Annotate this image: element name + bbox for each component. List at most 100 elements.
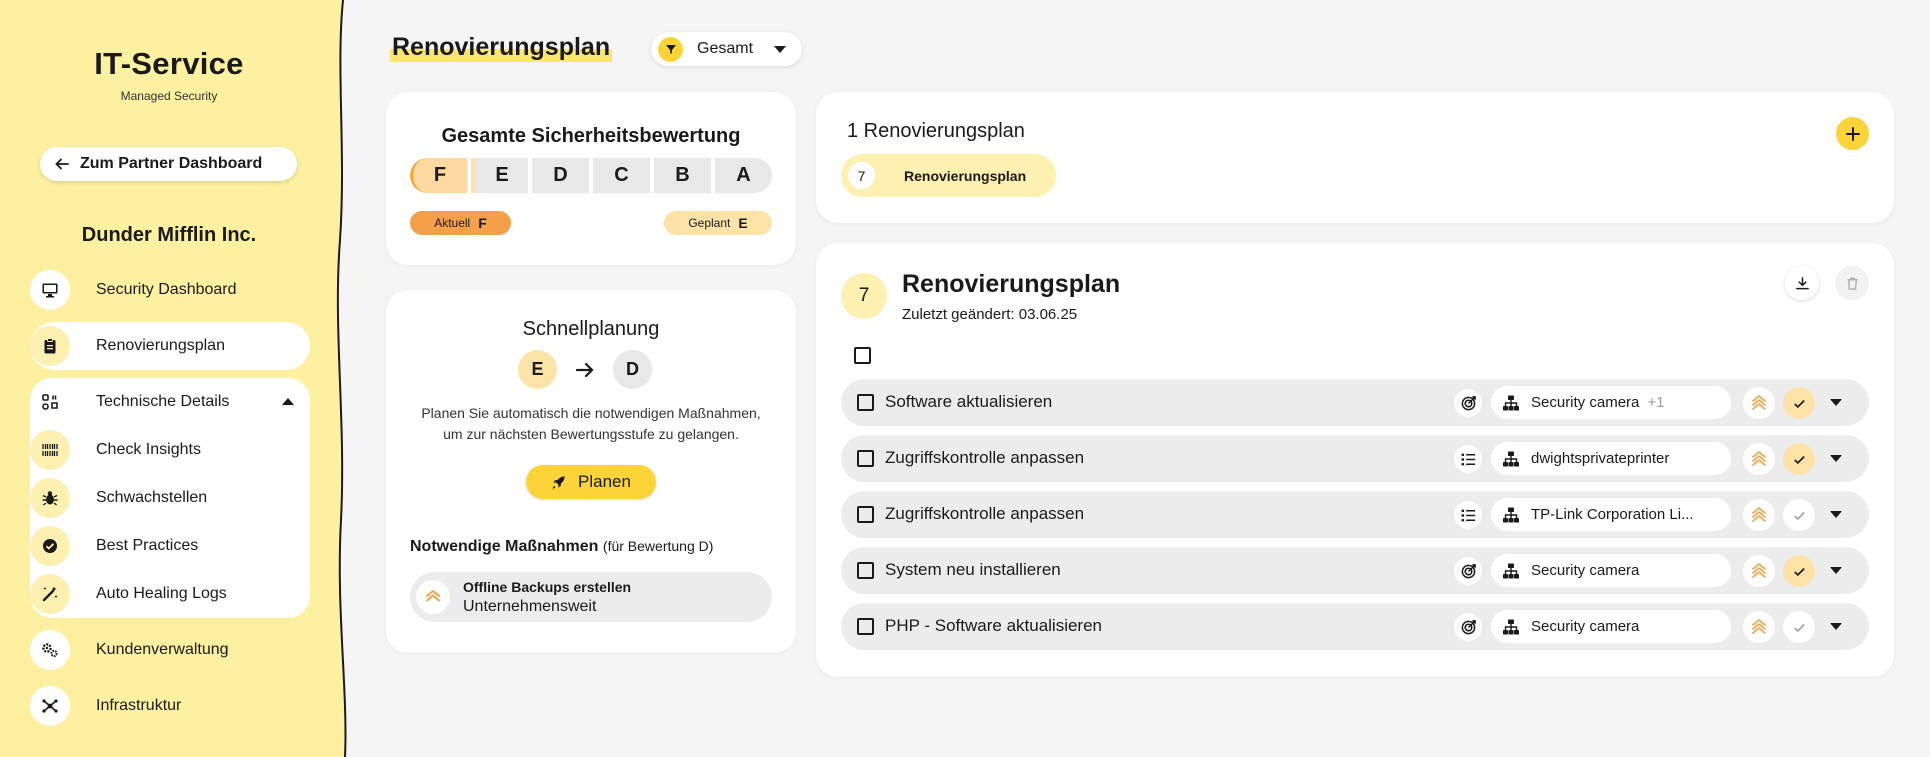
plan-detail-card: 7 Renovierungsplan Zuletzt geändert: 03.… bbox=[816, 243, 1894, 677]
task-row[interactable]: Zugriffskontrolle anpassen dwightsprivat… bbox=[841, 435, 1869, 482]
plans-card: 1 Renovierungsplan 7 Renovierungsplan bbox=[816, 92, 1894, 223]
arrow-left-icon bbox=[55, 158, 69, 170]
priority-high-icon bbox=[1743, 499, 1775, 531]
expand-chevron-icon[interactable] bbox=[1830, 623, 1842, 630]
grade-scale: F E D C B A bbox=[410, 158, 772, 193]
sidebar-item-infrastruktur[interactable]: Infrastruktur bbox=[30, 682, 310, 730]
sidebar: IT-Service Managed Security Zum Partner … bbox=[0, 0, 345, 757]
sidebar-nav: Security Dashboard Renovierungsplan Tech… bbox=[30, 266, 310, 730]
expand-chevron-icon[interactable] bbox=[1830, 399, 1842, 406]
expand-chevron-icon[interactable] bbox=[1830, 455, 1842, 462]
asset-selector[interactable]: Security camera bbox=[1491, 610, 1731, 643]
measure-item[interactable]: Offline Backups erstellen Unternehmenswe… bbox=[410, 572, 772, 622]
task-checkbox[interactable] bbox=[857, 450, 874, 467]
asset-name: Security camera bbox=[1531, 618, 1640, 635]
sidebar-item-kundenverwaltung[interactable]: Kundenverwaltung bbox=[30, 626, 310, 674]
task-checkbox[interactable] bbox=[857, 506, 874, 523]
task-row[interactable]: Zugriffskontrolle anpassen TP-Link Corpo… bbox=[841, 491, 1869, 538]
quick-planning-card: Schnellplanung E D Planen Sie automatisc… bbox=[386, 290, 796, 653]
asset-selector[interactable]: Security camera +1 bbox=[1491, 386, 1731, 419]
sidebar-item-renovierungsplan[interactable]: Renovierungsplan bbox=[30, 322, 310, 370]
plan-button[interactable]: Planen bbox=[526, 465, 656, 499]
delete-button[interactable] bbox=[1835, 266, 1869, 300]
sidebar-item-check-insights[interactable]: Check Insights bbox=[30, 426, 310, 474]
quick-planning-title: Schnellplanung bbox=[522, 318, 660, 340]
plans-title: 1 Renovierungsplan bbox=[847, 120, 1025, 142]
task-row[interactable]: PHP - Software aktualisieren Security ca… bbox=[841, 603, 1869, 650]
task-done-toggle[interactable] bbox=[1783, 611, 1815, 643]
measures-note: (für Bewertung D) bbox=[602, 538, 714, 554]
network-tree-icon bbox=[1503, 563, 1519, 578]
task-checkbox[interactable] bbox=[857, 394, 874, 411]
security-rating-card: Gesamte Sicherheitsbewertung F E D C B A… bbox=[386, 92, 796, 265]
asset-selector[interactable]: TP-Link Corporation Li... bbox=[1491, 498, 1731, 531]
add-plan-button[interactable] bbox=[1836, 117, 1869, 150]
task-row[interactable]: Software aktualisieren Security camera +1 bbox=[841, 379, 1869, 426]
check-icon bbox=[1793, 567, 1805, 576]
sidebar-item-technische-details[interactable]: Technische Details bbox=[30, 378, 310, 426]
partner-dashboard-button[interactable]: Zum Partner Dashboard bbox=[40, 147, 297, 181]
plan-title: Renovierungsplan bbox=[902, 270, 1121, 298]
network-tree-icon bbox=[1503, 451, 1519, 466]
task-checkbox[interactable] bbox=[857, 562, 874, 579]
task-title: System neu installieren bbox=[885, 560, 1061, 579]
planned-grade: E bbox=[738, 215, 748, 231]
task-row[interactable]: System neu installieren Security camera bbox=[841, 547, 1869, 594]
from-grade: E bbox=[518, 350, 557, 389]
sidebar-item-label: Best Practices bbox=[96, 537, 199, 554]
magic-wand-icon bbox=[30, 574, 70, 614]
task-checkbox[interactable] bbox=[857, 618, 874, 635]
to-grade: D bbox=[613, 350, 652, 389]
bug-icon bbox=[30, 478, 70, 518]
network-tree-icon bbox=[1503, 619, 1519, 634]
task-done-toggle[interactable] bbox=[1783, 499, 1815, 531]
asset-selector[interactable]: dwightsprivateprinter bbox=[1491, 442, 1731, 475]
plan-chip-label: Renovierungsplan bbox=[904, 167, 1027, 184]
filter-dropdown[interactable]: Gesamt bbox=[651, 32, 802, 66]
sidebar-item-label: Infrastruktur bbox=[96, 697, 182, 714]
network-icon bbox=[30, 686, 70, 726]
sidebar-item-label: Security Dashboard bbox=[96, 281, 237, 298]
priority-high-icon bbox=[1743, 555, 1775, 587]
sidebar-item-label: Technische Details bbox=[96, 393, 230, 410]
task-done-toggle[interactable] bbox=[1783, 387, 1815, 419]
priority-high-icon bbox=[1743, 387, 1775, 419]
download-icon bbox=[1795, 276, 1809, 289]
sidebar-item-security-dashboard[interactable]: Security Dashboard bbox=[30, 266, 310, 314]
arrow-right-icon bbox=[574, 359, 596, 381]
task-title: PHP - Software aktualisieren bbox=[885, 616, 1103, 635]
task-done-toggle[interactable] bbox=[1783, 443, 1815, 475]
sidebar-item-schwachstellen[interactable]: Schwachstellen bbox=[30, 474, 310, 522]
trash-icon bbox=[1846, 277, 1858, 290]
task-list: Software aktualisieren Security camera +1… bbox=[841, 379, 1869, 659]
priority-high-icon bbox=[1743, 443, 1775, 475]
plan-chip[interactable]: 7 Renovierungsplan bbox=[841, 154, 1056, 197]
network-tree-icon bbox=[1503, 507, 1519, 522]
list-icon bbox=[1454, 445, 1482, 473]
grade-e: E bbox=[471, 158, 528, 193]
expand-chevron-icon[interactable] bbox=[1830, 567, 1842, 574]
sidebar-item-best-practices[interactable]: Best Practices bbox=[30, 522, 310, 570]
task-done-toggle[interactable] bbox=[1783, 555, 1815, 587]
sidebar-item-label: Schwachstellen bbox=[96, 489, 208, 506]
page-title: Renovierungsplan bbox=[390, 33, 613, 62]
rating-title: Gesamte Sicherheitsbewertung bbox=[441, 125, 741, 147]
sidebar-item-label: Auto Healing Logs bbox=[96, 585, 227, 602]
check-icon bbox=[1793, 511, 1805, 520]
task-title: Zugriffskontrolle anpassen bbox=[885, 504, 1085, 523]
select-all-checkbox[interactable] bbox=[854, 347, 871, 364]
filter-icon bbox=[658, 36, 683, 62]
sidebar-item-auto-healing-logs[interactable]: Auto Healing Logs bbox=[30, 570, 310, 618]
download-button[interactable] bbox=[1785, 266, 1819, 300]
grade-b: B bbox=[654, 158, 711, 193]
grade-f: F bbox=[410, 158, 467, 193]
grade-transition: E D bbox=[518, 350, 652, 389]
network-tree-icon bbox=[1503, 395, 1519, 410]
brand-subtitle: Managed Security bbox=[120, 89, 218, 103]
expand-chevron-icon[interactable] bbox=[1830, 511, 1842, 518]
current-label: Aktuell bbox=[434, 216, 471, 230]
target-icon bbox=[1454, 613, 1482, 641]
measures-heading-text: Notwendige Maßnahmen bbox=[410, 538, 599, 555]
company-name: Dunder Mifflin Inc. bbox=[81, 224, 257, 246]
asset-selector[interactable]: Security camera bbox=[1491, 554, 1731, 587]
